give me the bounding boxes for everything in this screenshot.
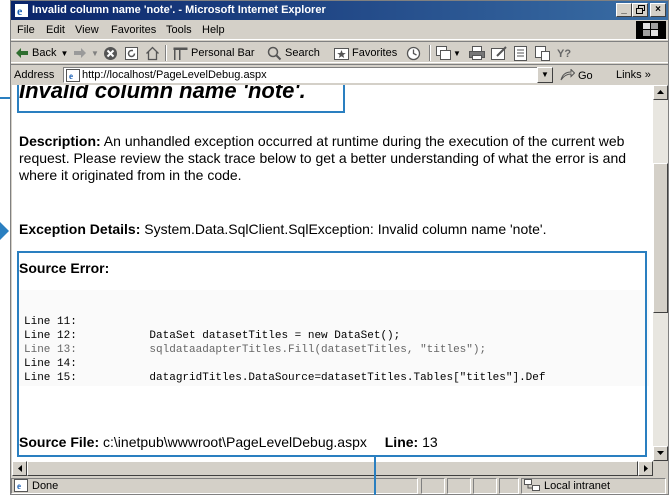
restore-button[interactable] (632, 3, 648, 17)
scroll-thumb[interactable] (653, 163, 668, 313)
exception-details: Exception Details: System.Data.SqlClient… (19, 221, 649, 238)
address-bar: Address e http://localhost/PageLevelDebu… (11, 64, 668, 84)
history-icon (406, 46, 421, 60)
favorites-button[interactable]: Favorites (334, 45, 397, 61)
home-button[interactable] (145, 45, 160, 61)
mail-icon (436, 46, 451, 60)
intranet-icon (524, 479, 540, 491)
standard-toolbar: Back ▼ ▼ Personal Bar Search Favorites ▼… (11, 41, 668, 63)
home-icon (146, 46, 159, 60)
status-pane (421, 478, 445, 494)
research-icon: Y? (557, 48, 571, 60)
status-bar: e Done Local intranet (11, 477, 668, 495)
description-paragraph: Description: An unhandled exception occu… (19, 133, 649, 184)
menu-tools[interactable]: Tools (166, 24, 192, 36)
edit-button[interactable] (491, 45, 507, 61)
horizontal-scroll-thumb[interactable] (27, 461, 638, 476)
discuss-icon (514, 45, 527, 61)
discuss-button[interactable] (513, 45, 528, 61)
stop-icon (104, 46, 117, 60)
search-icon (267, 46, 282, 60)
svg-text:Y?: Y? (557, 48, 571, 60)
refresh-button[interactable] (124, 45, 139, 61)
links-button[interactable]: Links » (616, 69, 651, 81)
svg-text:e: e (17, 4, 23, 18)
forward-button[interactable]: ▼ (73, 45, 99, 61)
exception-text: System.Data.SqlClient.SqlException: Inva… (140, 221, 547, 237)
exception-label: Exception Details: (19, 221, 141, 237)
horizontal-scrollbar[interactable] (12, 461, 653, 476)
scroll-right-button[interactable] (638, 461, 653, 476)
callout-leader-source (374, 456, 376, 495)
print-icon (469, 46, 485, 60)
window-title: Invalid column name 'note'. - Microsoft … (32, 4, 326, 16)
scrollbar-corner (653, 461, 668, 476)
research-button[interactable]: Y? (557, 45, 575, 61)
menu-favorites[interactable]: Favorites (111, 24, 156, 36)
forward-arrow-icon (74, 48, 86, 58)
refresh-icon (125, 46, 138, 60)
left-arrow-icon (18, 465, 22, 472)
menu-view[interactable]: View (75, 24, 99, 36)
go-arrow-icon (560, 69, 575, 81)
personal-bar-button[interactable]: Personal Bar (173, 45, 255, 61)
mail-button[interactable]: ▼ (436, 45, 461, 61)
close-button[interactable]: × (650, 3, 666, 17)
title-bar: e Invalid column name 'note'. - Microsof… (11, 1, 668, 20)
up-arrow-icon (657, 90, 664, 94)
back-button[interactable]: Back ▼ (15, 45, 68, 61)
page-icon: e (66, 69, 80, 82)
stop-button[interactable] (103, 45, 118, 61)
messenger-icon (535, 45, 550, 61)
security-zone: Local intranet (524, 479, 610, 492)
status-pane (447, 478, 471, 494)
scroll-up-button[interactable] (653, 85, 668, 100)
messenger-button[interactable] (535, 45, 551, 61)
menu-help[interactable]: Help (202, 24, 225, 36)
address-url: http://localhost/PageLevelDebug.aspx (82, 69, 267, 81)
favorites-icon (334, 47, 349, 60)
status-pane (499, 478, 519, 494)
status-pane (473, 478, 497, 494)
status-pane (11, 478, 418, 494)
toolbar-separator (429, 45, 431, 61)
go-button[interactable]: Go (559, 69, 593, 82)
menu-file[interactable]: File (17, 24, 35, 36)
callout-arrow (0, 222, 9, 240)
back-arrow-icon (16, 48, 28, 58)
address-input[interactable]: e http://localhost/PageLevelDebug.aspx (63, 67, 553, 83)
right-arrow-icon (644, 465, 648, 472)
windows-logo-icon (636, 21, 666, 39)
svg-text:e: e (69, 71, 73, 81)
minimize-button[interactable]: _ (616, 3, 632, 17)
page-content: Invalid column name 'note'. Description:… (12, 85, 653, 461)
address-dropdown-button[interactable]: ▼ (537, 67, 553, 83)
print-button[interactable] (469, 45, 485, 61)
menu-edit[interactable]: Edit (46, 24, 65, 36)
browser-window: e Invalid column name 'note'. - Microsof… (10, 0, 669, 495)
address-label: Address (14, 69, 55, 81)
edit-icon (491, 46, 507, 60)
description-text: An unhandled exception occurred at runti… (19, 133, 627, 183)
callout-heading-box (17, 85, 345, 113)
vertical-scrollbar[interactable] (653, 85, 668, 461)
personal-bar-icon (173, 47, 188, 60)
description-label: Description: (19, 133, 101, 149)
search-button[interactable]: Search (267, 45, 320, 61)
scroll-down-button[interactable] (653, 446, 668, 461)
ie-logo-icon: e (14, 3, 29, 18)
down-arrow-icon (657, 451, 664, 455)
callout-source-box (17, 251, 647, 457)
menu-bar: File Edit View Favorites Tools Help (11, 20, 668, 40)
history-button[interactable] (405, 45, 422, 61)
scroll-left-button[interactable] (12, 461, 27, 476)
toolbar-separator (165, 45, 167, 61)
